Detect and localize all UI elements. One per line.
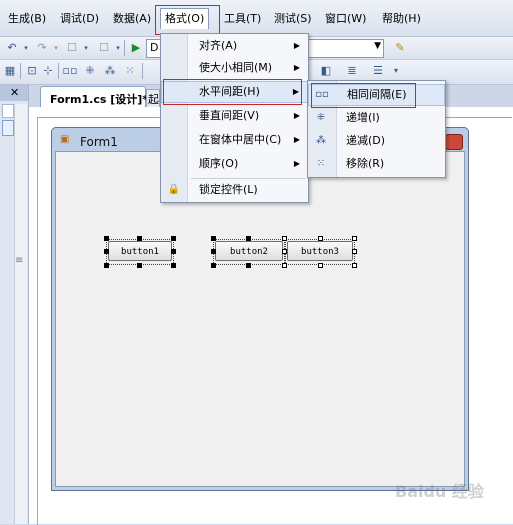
splitter-grip-icon[interactable]: ≡ <box>15 255 23 266</box>
align-centers-icon[interactable]: ⁜ <box>82 63 98 79</box>
resize-handle[interactable] <box>104 236 109 241</box>
submenu-arrow-icon: ▶ <box>293 63 300 72</box>
menu-item-make-same-size[interactable]: 使大小相同(M) ▶ <box>161 57 308 79</box>
form-button-1[interactable]: button1 <box>108 241 172 261</box>
menu-item-remove[interactable]: ⁙ 移除(R) <box>308 153 445 175</box>
menu-item-label: 递减(D) <box>346 134 386 147</box>
menu-item-increase[interactable]: ⁜ 递增(I) <box>308 107 445 129</box>
menu-item-label: 顺序(O) <box>199 157 239 170</box>
horizontal-spacing-highlight-box <box>163 79 302 105</box>
resize-handle[interactable] <box>352 263 357 268</box>
resize-handle[interactable] <box>104 263 109 268</box>
menu-item-order[interactable]: 顺序(O) ▶ <box>161 153 308 175</box>
resize-handle[interactable] <box>282 236 287 241</box>
bring-to-front-icon[interactable]: ◧ <box>318 63 334 79</box>
align-lefts-icon[interactable]: ▫▫ <box>62 63 78 79</box>
menu-item-label: 垂直间距(V) <box>199 109 260 122</box>
close-icon[interactable]: ✕ <box>10 86 19 99</box>
form-app-icon: ▣ <box>60 134 70 145</box>
resize-handle[interactable] <box>171 236 176 241</box>
submenu-arrow-icon: ▶ <box>293 111 300 120</box>
toolbar-separator <box>124 40 125 56</box>
tab-start-page[interactable]: 起 <box>146 89 160 108</box>
left-pane-scrollbar[interactable] <box>14 104 27 524</box>
resize-handle[interactable] <box>282 249 287 254</box>
menu-item-label: 使大小相同(M) <box>199 61 273 74</box>
menu-item-label: 锁定控件(L) <box>199 183 258 196</box>
resize-handle[interactable] <box>246 263 251 268</box>
make-equal-highlight-box <box>311 83 416 108</box>
tab-label: Form1.cs [设计]* <box>50 93 149 106</box>
resize-handle[interactable] <box>352 249 357 254</box>
open-file-icon[interactable]: ✎ <box>392 40 408 56</box>
lock-icon: 🔒 <box>167 184 181 195</box>
watermark: Baidu 经验 <box>395 482 484 501</box>
form-title: Form1 <box>80 135 118 149</box>
start-debugging-icon[interactable]: ▶ <box>128 40 144 56</box>
resize-handle[interactable] <box>137 236 142 241</box>
menu-item-decrease[interactable]: ⁂ 递减(D) <box>308 130 445 152</box>
redo-dropdown-icon[interactable]: ▾ <box>48 40 64 56</box>
menu-debug[interactable]: 调试(D) <box>58 10 101 28</box>
remove-spacing-icon: ⁙ <box>316 158 326 169</box>
menu-test[interactable]: 测试(S) <box>272 10 314 28</box>
toolbar-separator <box>20 63 21 79</box>
resize-handle[interactable] <box>282 263 287 268</box>
undo-dropdown-icon[interactable]: ▾ <box>18 40 34 56</box>
submenu-arrow-icon: ▶ <box>293 41 300 50</box>
resize-handle[interactable] <box>318 263 323 268</box>
menu-item-label: 移除(R) <box>346 157 385 170</box>
form-button-2[interactable]: button2 <box>215 241 283 261</box>
menu-window[interactable]: 窗口(W) <box>323 10 368 28</box>
menu-help[interactable]: 帮助(H) <box>380 10 423 28</box>
tab-form1-design[interactable]: Form1.cs [设计]* <box>40 86 149 108</box>
resize-handle[interactable] <box>352 236 357 241</box>
resize-handle[interactable] <box>246 236 251 241</box>
resize-handle[interactable] <box>104 249 109 254</box>
menu-item-vertical-spacing[interactable]: 垂直间距(V) ▶ <box>161 105 308 127</box>
toolbar-separator <box>142 63 143 79</box>
decrease-spacing-icon: ⁂ <box>316 135 326 146</box>
resize-handle[interactable] <box>171 263 176 268</box>
form-button-3[interactable]: button3 <box>287 241 353 261</box>
select-area-icon[interactable]: ⊡ <box>24 63 40 79</box>
format-dropdown-menu: 对齐(A) ▶ 使大小相同(M) ▶ 水平间距(H) ▶ 垂直间距(V) ▶ 在… <box>160 33 309 203</box>
grid-icon[interactable]: ▦ <box>2 63 18 79</box>
menu-item-center-in-form[interactable]: 在窗体中居中(C) ▶ <box>161 129 308 151</box>
toolbar-separator <box>58 63 59 79</box>
resize-handle[interactable] <box>211 236 216 241</box>
resize-handle[interactable] <box>211 249 216 254</box>
submenu-arrow-icon: ▶ <box>293 135 300 144</box>
left-pane-tab-selected[interactable] <box>2 120 14 136</box>
menu-tools[interactable]: 工具(T) <box>222 10 263 28</box>
increase-spacing-icon: ⁜ <box>316 112 326 123</box>
toolbar-overflow-icon[interactable]: ▾ <box>388 63 404 79</box>
submenu-arrow-icon: ▶ <box>293 159 300 168</box>
format-menu-highlight-box <box>155 5 220 35</box>
menu-bar: 生成(B) 调试(D) 数据(A) 格式(O) 工具(T) 测试(S) 窗口(W… <box>0 0 513 37</box>
align-tops-icon[interactable]: ⁙ <box>122 63 138 79</box>
send-to-back-icon[interactable]: ☰ <box>370 63 386 79</box>
tab-label: 起 <box>148 93 159 106</box>
chevron-down-icon[interactable]: ▼ <box>374 41 381 51</box>
resize-handle[interactable] <box>137 263 142 268</box>
menu-item-align[interactable]: 对齐(A) ▶ <box>161 35 308 57</box>
menu-item-label: 在窗体中居中(C) <box>199 133 282 146</box>
menu-item-lock-controls[interactable]: 🔒 锁定控件(L) <box>161 179 308 201</box>
resize-handle[interactable] <box>211 263 216 268</box>
menu-build[interactable]: 生成(B) <box>6 10 48 28</box>
menu-item-label: 对齐(A) <box>199 39 238 52</box>
tab-order-icon[interactable]: ≣ <box>344 63 360 79</box>
left-pane-tab[interactable] <box>2 104 14 118</box>
menu-item-label: 递增(I) <box>346 111 380 124</box>
combo-value: D <box>150 41 159 54</box>
form-close-button[interactable] <box>445 134 463 150</box>
navigate-back-dropdown-icon[interactable]: ▾ <box>78 40 94 56</box>
resize-handle[interactable] <box>318 236 323 241</box>
snap-icon[interactable]: ⊹ <box>40 63 56 79</box>
resize-handle[interactable] <box>171 249 176 254</box>
menu-data[interactable]: 数据(A) <box>111 10 153 28</box>
align-rights-icon[interactable]: ⁂ <box>102 63 118 79</box>
